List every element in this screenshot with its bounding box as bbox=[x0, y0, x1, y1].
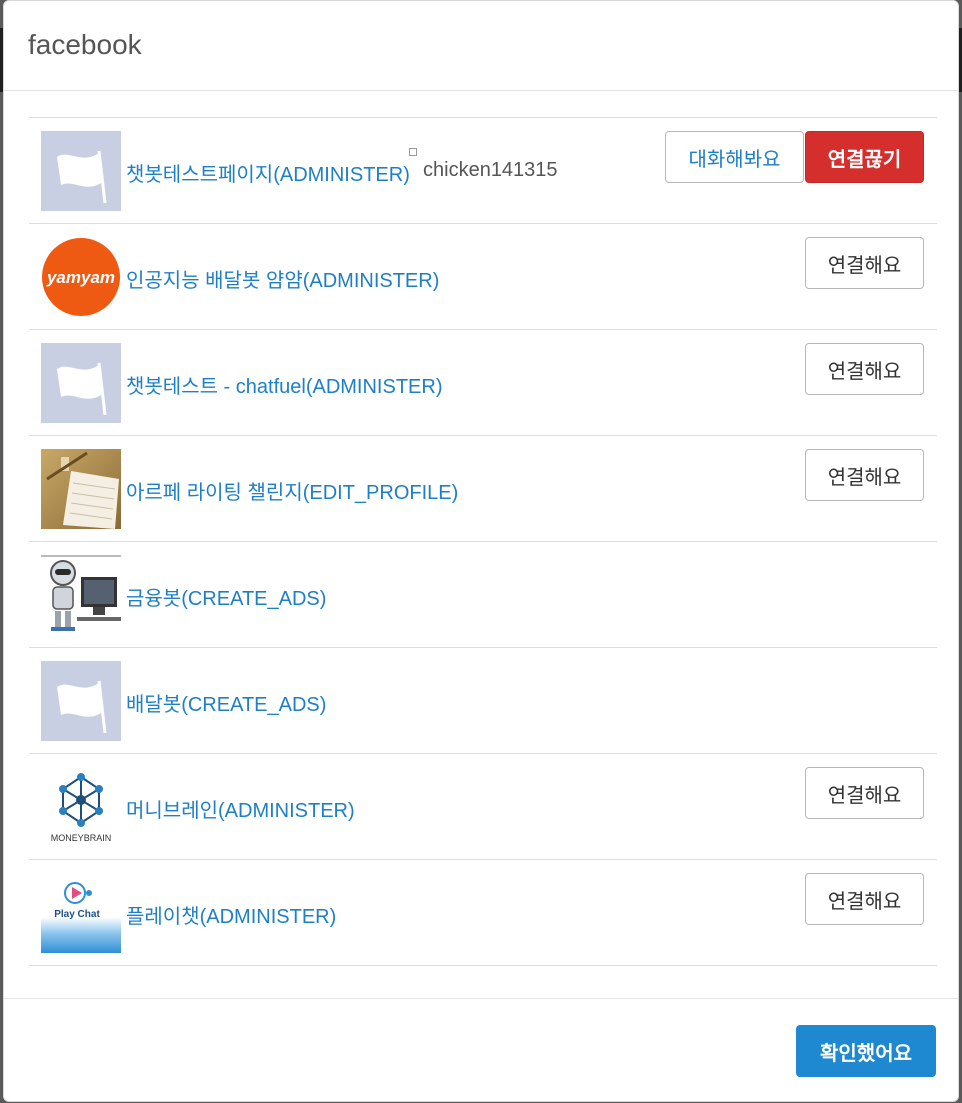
page-row: 배달봇(CREATE_ADS) bbox=[29, 648, 937, 754]
page-row: 아르페 라이팅 챌린지(EDIT_PROFILE) 연결해요 bbox=[29, 436, 937, 542]
page-name-link[interactable]: 배달봇(CREATE_ADS) bbox=[126, 688, 326, 717]
connect-button[interactable]: 연결해요 bbox=[805, 767, 924, 819]
page-list: 챗봇테스트페이지(ADMINISTER) chicken141315 대화해봐요… bbox=[29, 117, 937, 966]
default-page-flag-icon bbox=[41, 343, 121, 423]
facebook-pages-modal: facebook 챗봇테스트페이지(ADMINISTER) chicken141… bbox=[3, 0, 959, 1102]
disconnect-button[interactable]: 연결끊기 bbox=[805, 131, 924, 183]
playchat-logo-text: Play Chat bbox=[54, 909, 100, 920]
connect-button[interactable]: 연결해요 bbox=[805, 449, 924, 501]
connect-button[interactable]: 연결해요 bbox=[805, 237, 924, 289]
page-row: yamyam 인공지능 배달봇 얌얌(ADMINISTER) 연결해요 bbox=[29, 224, 937, 330]
page-name-link[interactable]: 플레이챗(ADMINISTER) bbox=[126, 900, 336, 929]
playchat-logo-icon: Play Chat bbox=[41, 873, 121, 953]
moneybrain-logo-text: MONEYBRAIN bbox=[51, 833, 112, 843]
notebook-photo-icon bbox=[41, 449, 121, 529]
try-chat-button[interactable]: 대화해봐요 bbox=[665, 131, 804, 183]
page-owner: chicken141315 bbox=[423, 159, 558, 181]
connect-button[interactable]: 연결해요 bbox=[805, 873, 924, 925]
page-name-link[interactable]: 챗봇테스트페이지(ADMINISTER) bbox=[126, 158, 410, 187]
page-name-link[interactable]: 챗봇테스트 - chatfuel(ADMINISTER) bbox=[126, 370, 442, 399]
confirm-button[interactable]: 확인했어요 bbox=[796, 1025, 936, 1077]
page-owner-marker-icon bbox=[409, 148, 417, 156]
yamyam-logo-text: yamyam bbox=[46, 268, 115, 287]
page-row: Play Chat 플레이챗(ADMINISTER) 연결해요 bbox=[29, 860, 937, 966]
connect-button[interactable]: 연결해요 bbox=[805, 343, 924, 395]
default-page-flag-icon bbox=[41, 661, 121, 741]
page-row: 챗봇테스트페이지(ADMINISTER) chicken141315 대화해봐요… bbox=[29, 118, 937, 224]
page-name-link[interactable]: 아르페 라이팅 챌린지(EDIT_PROFILE) bbox=[126, 476, 458, 505]
page-row: MONEYBRAIN 머니브레인(ADMINISTER) 연결해요 bbox=[29, 754, 937, 860]
modal-footer: 확인했어요 bbox=[4, 998, 958, 1103]
page-name-link[interactable]: 금융봇(CREATE_ADS) bbox=[126, 582, 326, 611]
yamyam-logo-icon: yamyam bbox=[41, 237, 121, 317]
robot-computer-photo-icon bbox=[41, 555, 121, 635]
modal-title: facebook bbox=[28, 28, 142, 60]
moneybrain-logo-icon: MONEYBRAIN bbox=[41, 767, 121, 847]
modal-header: facebook bbox=[4, 1, 958, 91]
page-row: 금융봇(CREATE_ADS) bbox=[29, 542, 937, 648]
page-row: 챗봇테스트 - chatfuel(ADMINISTER) 연결해요 bbox=[29, 330, 937, 436]
default-page-flag-icon bbox=[41, 131, 121, 211]
page-name-link[interactable]: 머니브레인(ADMINISTER) bbox=[126, 794, 355, 823]
page-name-link[interactable]: 인공지능 배달봇 얌얌(ADMINISTER) bbox=[126, 264, 439, 293]
